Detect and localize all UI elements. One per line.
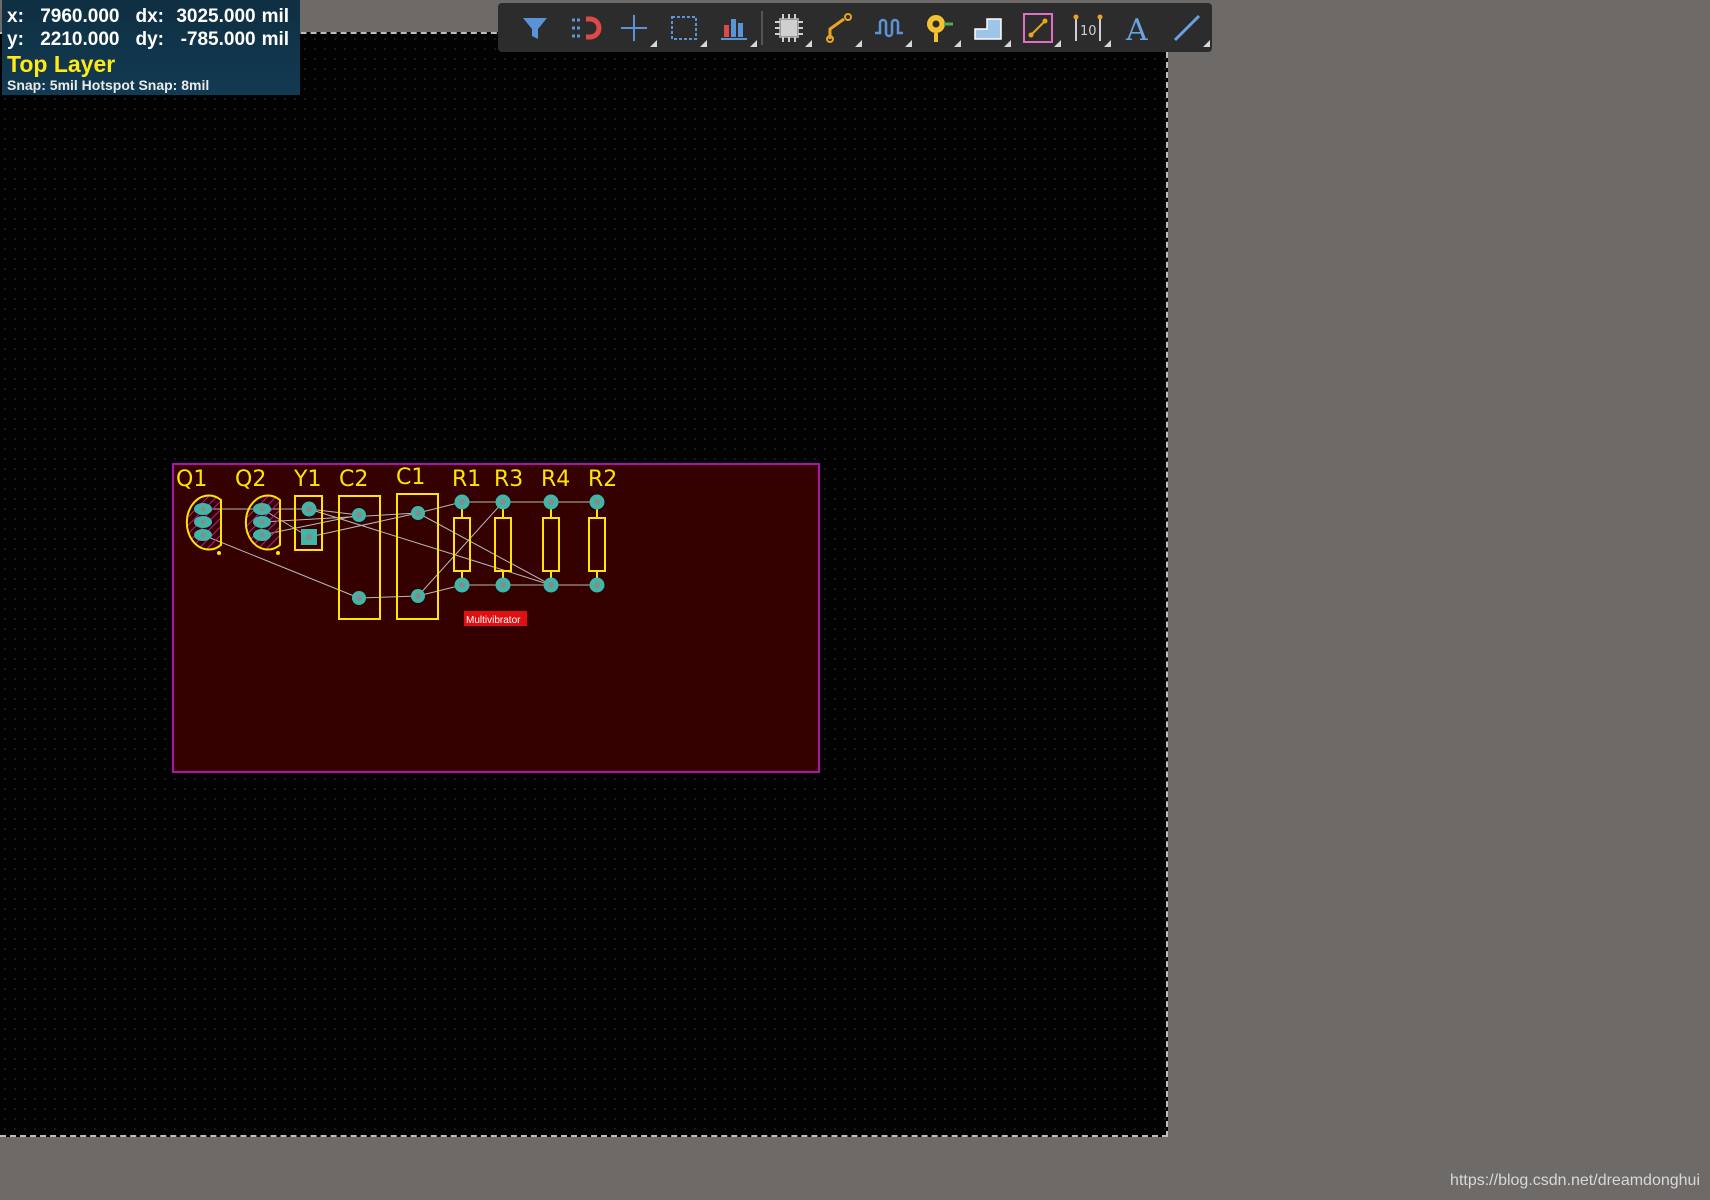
hud-y-row: y: 2210.000 dy: -785.000 mil xyxy=(7,28,294,51)
dropdown-indicator xyxy=(1103,39,1111,47)
place-line-icon xyxy=(1023,12,1054,43)
dropdown-indicator xyxy=(855,39,863,47)
designator-R2[interactable]: R2 xyxy=(588,467,617,492)
designator-Q2[interactable]: Q2 xyxy=(235,467,266,492)
current-layer-label: Top Layer xyxy=(7,51,116,77)
dimension-button[interactable]: 10 xyxy=(1063,6,1113,50)
hud-unit: mil xyxy=(261,29,290,50)
designator-Q1[interactable]: Q1 xyxy=(176,467,207,492)
designator-R3[interactable]: R3 xyxy=(494,467,523,492)
designator-Y1[interactable]: Y1 xyxy=(293,467,321,492)
line-icon xyxy=(1174,14,1201,41)
dropdown-indicator xyxy=(1053,39,1061,47)
dropdown-indicator xyxy=(904,39,912,47)
hud-dx-label: dx: xyxy=(135,6,164,27)
hud-dy-value: -785.000 xyxy=(180,29,256,50)
hud-x-label: x: xyxy=(7,6,24,27)
hud-x-row: x: 7960.000 dx: 3025.000 mil xyxy=(7,5,294,28)
route-button[interactable] xyxy=(814,6,864,50)
align-button[interactable] xyxy=(709,6,759,50)
designator-R4[interactable]: R4 xyxy=(541,467,570,492)
place-via-button[interactable] xyxy=(914,6,964,50)
place-text-button[interactable]: A xyxy=(1113,6,1163,50)
svg-text:10: 10 xyxy=(1080,24,1097,39)
place-line-segment-button[interactable] xyxy=(1162,6,1212,50)
hud-unit: mil xyxy=(261,6,290,27)
snap-info: Snap: 5mil Hotspot Snap: 8mil xyxy=(7,77,210,93)
hud-dx-value: 3025.000 xyxy=(176,6,256,27)
polygon-pour-button[interactable] xyxy=(963,6,1013,50)
dropdown-indicator xyxy=(805,39,813,47)
hud-y-value: 2210.000 xyxy=(40,29,120,50)
coordinate-hud: x: 7960.000 dx: 3025.000 mil y: 2210.000… xyxy=(2,0,300,95)
route-track-icon xyxy=(826,12,853,43)
dropdown-indicator xyxy=(954,39,962,47)
active-bar-toolbar: 10 A xyxy=(498,3,1212,52)
interactive-route-magnet-button[interactable] xyxy=(560,6,610,50)
align-bars-icon xyxy=(720,18,747,40)
dropdown-indicator xyxy=(1203,39,1211,47)
length-tuning-button[interactable] xyxy=(864,6,914,50)
net-label-multivibrator[interactable]: Multivibrator xyxy=(466,615,521,626)
select-button[interactable] xyxy=(659,6,709,50)
hud-x-value: 7960.000 xyxy=(40,6,120,27)
dropdown-indicator xyxy=(699,39,707,47)
dimension-icon: 10 xyxy=(1073,14,1103,41)
select-rectangle-icon xyxy=(671,15,698,40)
length-tuning-icon xyxy=(874,18,903,37)
filter-button[interactable] xyxy=(510,6,560,50)
place-component-button[interactable] xyxy=(765,6,815,50)
place-line-button[interactable] xyxy=(1013,6,1063,50)
watermark-url: https://blog.csdn.net/dreamdonghui xyxy=(1450,1172,1700,1189)
hud-y-label: y: xyxy=(7,29,24,50)
component-chip-icon xyxy=(775,13,804,42)
dropdown-indicator xyxy=(749,39,757,47)
designator-R1[interactable]: R1 xyxy=(452,467,481,492)
move-crosshair-icon xyxy=(621,14,648,41)
polygon-pour-icon xyxy=(974,17,1003,40)
pcb-drawing[interactable]: Q1 Q2 Y1 C2 C1 R1 R3 R4 R2 Multivibrator xyxy=(0,0,1710,1200)
dropdown-indicator xyxy=(1004,39,1012,47)
hud-dy-label: dy: xyxy=(135,29,164,50)
via-pad-icon xyxy=(926,14,953,42)
dropdown-indicator xyxy=(650,39,658,47)
filter-icon xyxy=(522,17,547,39)
text-string-icon: A xyxy=(1125,13,1148,45)
toolbar-separator xyxy=(760,10,763,45)
designator-C2[interactable]: C2 xyxy=(339,467,368,492)
interactive-route-magnet-icon xyxy=(571,16,602,39)
svg-text:A: A xyxy=(1125,13,1148,45)
designator-C1[interactable]: C1 xyxy=(396,465,425,490)
move-button[interactable] xyxy=(609,6,659,50)
